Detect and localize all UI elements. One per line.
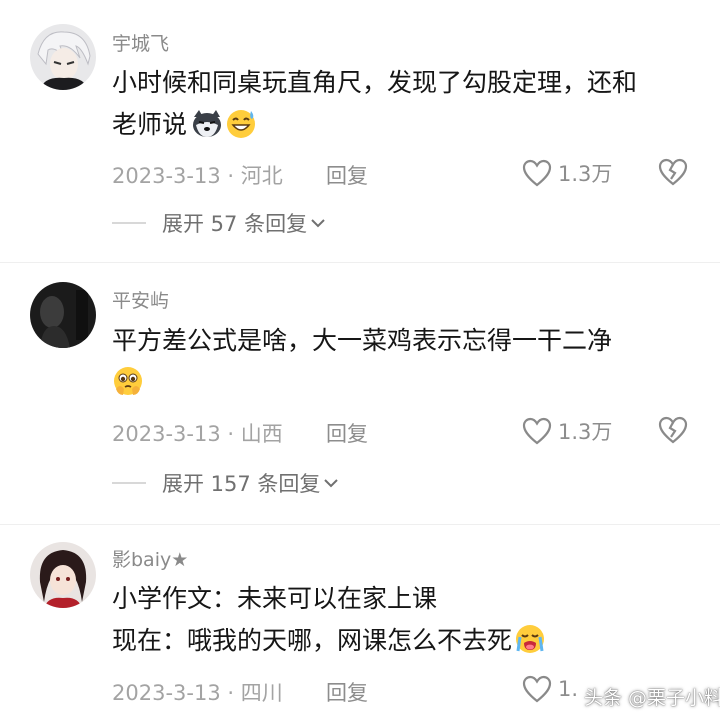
sweat-smile-icon bbox=[227, 110, 256, 138]
dislike-button[interactable] bbox=[658, 416, 688, 448]
avatar[interactable] bbox=[30, 24, 96, 90]
heart-icon bbox=[522, 675, 552, 703]
comment-divider bbox=[0, 262, 720, 263]
reply-button[interactable]: 回复 bbox=[326, 418, 368, 448]
comment-line: 平方差公式是啥，大一菜鸡表示忘得一干二净 bbox=[112, 326, 613, 355]
username[interactable]: 平安屿 bbox=[112, 286, 169, 313]
crying-loudly-icon bbox=[516, 625, 545, 653]
comment-line: 现在：哦我的天哪，网课怎么不去死 bbox=[112, 620, 546, 662]
expand-line bbox=[112, 482, 146, 484]
avatar[interactable] bbox=[30, 282, 96, 348]
dislike-button[interactable] bbox=[658, 158, 688, 190]
like-count: 1. bbox=[558, 677, 579, 701]
heart-icon bbox=[522, 159, 552, 187]
comment-text: 小学作文：未来可以在家上课 现在：哦我的天哪，网课怎么不去死 bbox=[112, 578, 546, 662]
expand-label: 展开 157 条回复 bbox=[162, 472, 321, 496]
chevron-down-icon bbox=[324, 479, 339, 488]
expand-label: 展开 57 条回复 bbox=[162, 212, 308, 236]
comment-line: 小时候和同桌玩直角尺，发现了勾股定理，还和 bbox=[112, 68, 638, 97]
comment-date-location: 2023-3-13 · 山西 bbox=[112, 422, 283, 446]
watermark: 头条 @栗子小料 bbox=[584, 687, 720, 709]
comment-line bbox=[112, 362, 612, 404]
username[interactable]: 影baiy★ bbox=[112, 545, 188, 572]
comment-line: 老师说 bbox=[112, 104, 637, 146]
broken-heart-icon bbox=[658, 158, 688, 186]
reply-button[interactable]: 回复 bbox=[326, 677, 368, 707]
like-button[interactable]: 1.3万 bbox=[522, 158, 612, 188]
pleading-face-icon bbox=[114, 367, 142, 395]
heart-icon bbox=[522, 417, 552, 445]
comment-text: 小时候和同桌玩直角尺，发现了勾股定理，还和 老师说 bbox=[112, 62, 637, 146]
avatar[interactable] bbox=[30, 542, 96, 608]
expand-replies-button[interactable]: 展开 157 条回复 bbox=[112, 468, 339, 498]
broken-heart-icon bbox=[658, 416, 688, 444]
like-button[interactable]: 1. bbox=[522, 675, 578, 703]
comment-divider bbox=[0, 524, 720, 525]
comment-date-location: 2023-3-13 · 四川 bbox=[112, 681, 283, 705]
doge-icon bbox=[193, 110, 222, 137]
like-count: 1.3万 bbox=[558, 162, 613, 186]
expand-line bbox=[112, 222, 146, 224]
like-count: 1.3万 bbox=[558, 420, 613, 444]
reply-button[interactable]: 回复 bbox=[326, 160, 368, 190]
like-button[interactable]: 1.3万 bbox=[522, 416, 612, 446]
username[interactable]: 宇城飞 bbox=[112, 29, 169, 56]
expand-replies-button[interactable]: 展开 57 条回复 bbox=[112, 208, 325, 238]
comment-line: 小学作文：未来可以在家上课 bbox=[112, 584, 438, 613]
comment-date-location: 2023-3-13 · 河北 bbox=[112, 164, 283, 188]
chevron-down-icon bbox=[311, 219, 325, 228]
comment-text: 平方差公式是啥，大一菜鸡表示忘得一干二净 bbox=[112, 320, 612, 404]
